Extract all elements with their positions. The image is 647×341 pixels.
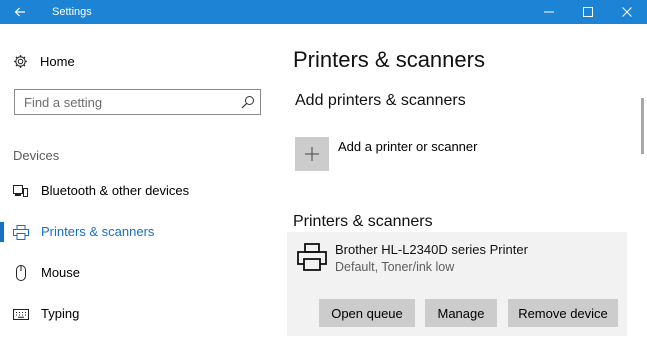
back-button[interactable]: [0, 0, 40, 24]
sidebar-item-mouse[interactable]: Mouse: [0, 261, 270, 285]
remove-device-button[interactable]: Remove device: [508, 299, 618, 327]
keyboard-icon: [13, 306, 29, 322]
gear-icon: [14, 54, 27, 68]
search-input[interactable]: [15, 90, 235, 114]
page-title: Printers & scanners: [293, 47, 485, 72]
search-box[interactable]: [14, 89, 261, 115]
printer-icon: [297, 243, 327, 271]
mouse-icon: [13, 265, 29, 281]
add-printers-heading: Add printers & scanners: [295, 92, 466, 109]
sidebar-item-label: Printers & scanners: [41, 224, 155, 239]
sidebar-item-label: Bluetooth & other devices: [41, 183, 190, 198]
minimize-icon: [544, 11, 554, 13]
scrollbar[interactable]: [641, 98, 644, 154]
printers-list-heading: Printers & scanners: [293, 213, 433, 230]
sidebar-item-printers[interactable]: Printers & scanners: [0, 220, 270, 244]
maximize-icon: [583, 7, 593, 17]
back-arrow-icon: [14, 7, 25, 17]
sidebar-item-bluetooth[interactable]: Bluetooth & other devices: [0, 179, 270, 203]
add-printer-button[interactable]: [295, 137, 329, 171]
sidebar-item-label: Typing: [41, 306, 80, 321]
active-indicator: [0, 222, 4, 242]
sidebar-item-label: Mouse: [41, 265, 81, 280]
printer-status: Default, Toner/ink low: [335, 260, 455, 274]
title-bar: Settings: [0, 0, 647, 24]
plus-icon: [305, 147, 319, 161]
search-icon[interactable]: [241, 95, 255, 109]
printer-name: Brother HL-L2340D series Printer: [335, 242, 528, 257]
home-label: Home: [40, 53, 75, 69]
open-queue-button[interactable]: Open queue: [319, 299, 415, 327]
close-button[interactable]: [609, 0, 645, 24]
manage-button[interactable]: Manage: [425, 299, 497, 327]
section-label-devices: Devices: [13, 148, 60, 163]
close-icon: [622, 7, 632, 17]
printer-icon: [13, 224, 29, 240]
sidebar-item-typing[interactable]: Typing: [0, 302, 270, 326]
printer-list-item[interactable]: Brother HL-L2340D series Printer Default…: [287, 232, 627, 336]
bluetooth-devices-icon: [13, 183, 29, 199]
sidebar-home[interactable]: Home: [13, 51, 75, 71]
maximize-button[interactable]: [570, 0, 606, 24]
minimize-button[interactable]: [531, 0, 567, 24]
window-title: Settings: [52, 6, 92, 18]
add-printer-label[interactable]: Add a printer or scanner: [338, 139, 477, 154]
